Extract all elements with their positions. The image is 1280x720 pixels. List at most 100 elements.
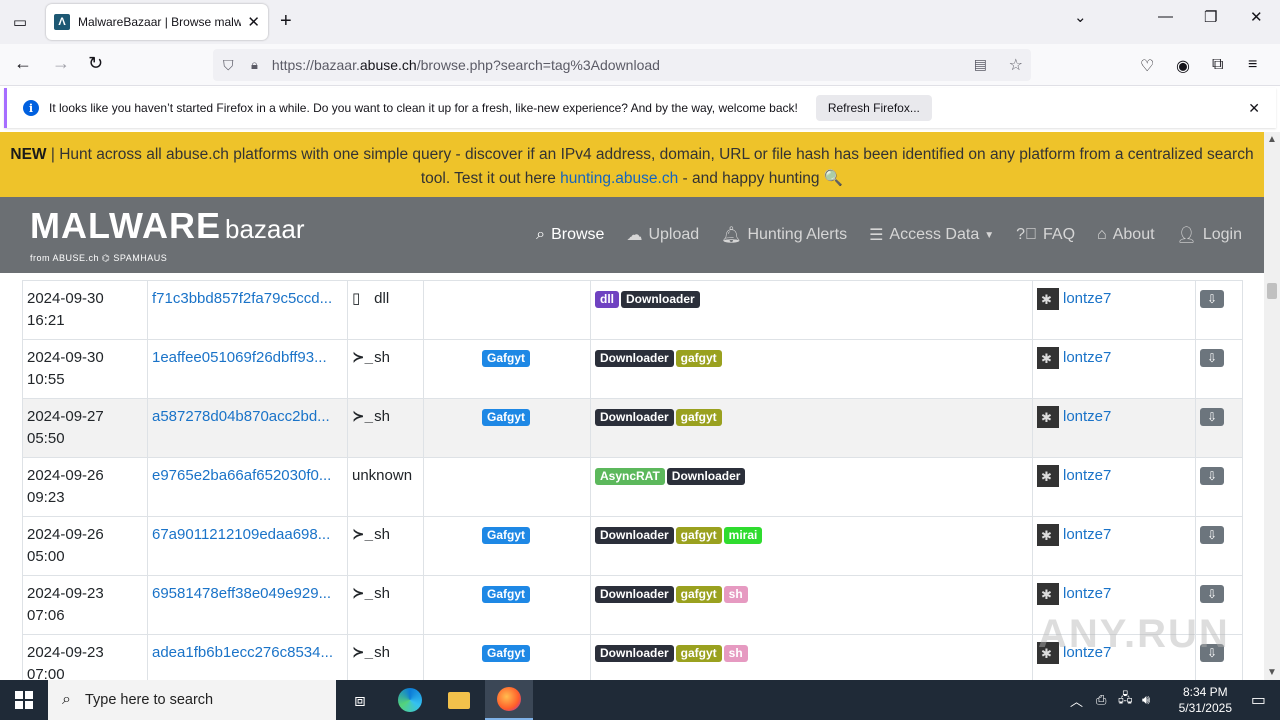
signature-cell xyxy=(423,457,591,517)
url-text[interactable]: https://bazaar.abuse.ch/browse.php?searc… xyxy=(272,57,660,73)
tag-badge[interactable]: sh xyxy=(723,645,748,662)
menu-login[interactable]: 👤︎ Login xyxy=(1177,225,1242,245)
signature-badge[interactable]: Gafgyt xyxy=(481,527,530,544)
first-seen-cell: 2024-09-26 09:23 xyxy=(22,457,148,517)
sha256-link[interactable]: f71c3bbd857f2fa79c5ccd... xyxy=(147,280,348,340)
page-scrollbar[interactable]: ▲ ▼ xyxy=(1264,132,1280,680)
cloud-download-icon[interactable]: ⇩ xyxy=(1200,526,1224,544)
cloud-download-icon[interactable]: ⇩ xyxy=(1200,349,1224,367)
forward-button[interactable]: → xyxy=(52,53,70,74)
tab-list-chevron-icon[interactable]: ⌄ xyxy=(1074,8,1087,26)
sha256-link[interactable]: 1eaffee051069f26dbff93... xyxy=(147,339,348,399)
reporter-link[interactable]: lontze7 xyxy=(1063,585,1111,602)
cloud-download-icon[interactable]: ⇩ xyxy=(1200,290,1224,308)
tray-chevron-icon[interactable]: ︿ xyxy=(1070,680,1083,720)
menu-hamburger-icon[interactable]: ≡ xyxy=(1248,56,1257,74)
signature-badge[interactable]: Gafgyt xyxy=(481,350,530,367)
first-seen-cell: 2024-09-30 10:55 xyxy=(22,339,148,399)
cloud-download-icon[interactable]: ⇩ xyxy=(1200,585,1224,603)
refresh-firefox-button[interactable]: Refresh Firefox... xyxy=(815,95,932,121)
reporter-link[interactable]: lontze7 xyxy=(1063,349,1111,366)
edge-app-button[interactable] xyxy=(386,680,434,720)
task-view-button[interactable]: ⧈ xyxy=(336,680,384,720)
menu-faq[interactable]: ?⃝ FAQ xyxy=(1016,225,1075,245)
reporter-link[interactable]: lontze7 xyxy=(1063,290,1111,307)
lock-icon[interactable]: 🔒︎ xyxy=(251,57,258,73)
browser-tab[interactable]: Λ MalwareBazaar | Browse malwa ✕ xyxy=(46,4,268,40)
notification-center-icon[interactable]: ▭ xyxy=(1251,690,1266,710)
address-bar[interactable]: ⛉ 🔒︎ https://bazaar.abuse.ch/browse.php?… xyxy=(213,49,1031,81)
bookmark-star-icon[interactable]: ☆ xyxy=(1009,55,1023,75)
tab-overview-icon[interactable]: ▭ xyxy=(8,10,32,34)
sha256-link[interactable]: 69581478eff38e049e929... xyxy=(147,575,348,635)
taskbar-clock[interactable]: 8:34 PM 5/31/2025 xyxy=(1179,684,1232,716)
signature-badge[interactable]: Gafgyt xyxy=(481,409,530,426)
hunting-link[interactable]: hunting.abuse.ch xyxy=(560,170,678,187)
signature-badge[interactable]: Gafgyt xyxy=(481,586,530,603)
tag-badge[interactable]: Downloader xyxy=(595,350,674,367)
network-icon[interactable]: 🖧︎ xyxy=(1118,680,1133,720)
cloud-download-icon[interactable]: ⇩ xyxy=(1200,467,1224,485)
page-viewport: NEW | Hunt across all abuse.ch platforms… xyxy=(0,132,1264,680)
menu-access-data[interactable]: ☰ Access Data ▼ xyxy=(869,225,994,245)
menu-upload[interactable]: ☁ Upload xyxy=(626,225,699,245)
tag-badge[interactable]: sh xyxy=(723,586,748,603)
malwarebazaar-logo[interactable]: MALWARE bazaar from ABUSE.ch ⌬ SPAMHAUS xyxy=(30,205,305,263)
terminal-icon: ≻_ xyxy=(352,408,373,425)
tag-badge[interactable]: Downloader xyxy=(595,409,674,426)
database-icon: ☰ xyxy=(869,227,884,244)
tag-badge[interactable]: Downloader xyxy=(621,291,700,308)
new-tab-button[interactable]: + xyxy=(280,10,292,33)
tag-badge[interactable]: gafgyt xyxy=(675,409,722,426)
sha256-link[interactable]: adea1fb6b1ecc276c8534... xyxy=(147,634,348,680)
first-seen-cell: 2024-09-30 16:21 xyxy=(22,280,148,340)
volume-icon[interactable]: 🔊︎ xyxy=(1142,680,1150,720)
pocket-icon[interactable]: ♡ xyxy=(1140,56,1154,76)
reporter-cell: lontze7 xyxy=(1032,339,1196,399)
close-window-button[interactable]: ✕ xyxy=(1250,8,1263,26)
tag-badge[interactable]: gafgyt xyxy=(675,586,722,603)
extensions-icon[interactable]: ⧉ xyxy=(1212,56,1223,74)
tab-close-icon[interactable]: ✕ xyxy=(247,13,260,31)
signature-badge[interactable]: Gafgyt xyxy=(481,645,530,662)
tag-badge[interactable]: AsyncRAT xyxy=(595,468,665,485)
scroll-up-icon[interactable]: ▲ xyxy=(1267,134,1277,145)
sha256-link[interactable]: 67a9011212109edaa698... xyxy=(147,516,348,576)
firefox-app-button[interactable] xyxy=(485,680,533,720)
restore-button[interactable]: ❐ xyxy=(1204,8,1217,26)
menu-about[interactable]: ⌂ About xyxy=(1097,225,1154,245)
minimize-button[interactable]: — xyxy=(1158,8,1173,25)
tag-badge[interactable]: dll xyxy=(595,291,619,308)
tag-badge[interactable]: mirai xyxy=(723,527,763,544)
reload-button[interactable]: ↻ xyxy=(88,53,103,74)
reporter-link[interactable]: lontze7 xyxy=(1063,467,1111,484)
tags-cell: Downloader gafgyt xyxy=(590,339,1033,399)
tag-badge[interactable]: gafgyt xyxy=(675,527,722,544)
tracking-shield-icon[interactable]: ⛉ xyxy=(223,57,239,74)
file-explorer-button[interactable] xyxy=(435,680,483,720)
scroll-down-icon[interactable]: ▼ xyxy=(1267,667,1277,678)
tag-badge[interactable]: Downloader xyxy=(595,527,674,544)
tags-cell: dll Downloader xyxy=(590,280,1033,340)
caret-down-icon: ▼ xyxy=(984,229,995,241)
reporter-link[interactable]: lontze7 xyxy=(1063,526,1111,543)
reader-view-icon[interactable]: ▤ xyxy=(974,56,987,73)
tag-badge[interactable]: Downloader xyxy=(595,586,674,603)
menu-hunting-alerts[interactable]: 🔔︎ Hunting Alerts xyxy=(721,225,847,245)
tag-badge[interactable]: Downloader xyxy=(666,468,746,485)
menu-browse[interactable]: ⌕ Browse xyxy=(536,225,604,245)
start-button[interactable] xyxy=(0,680,48,720)
reporter-link[interactable]: lontze7 xyxy=(1063,408,1111,425)
tag-badge[interactable]: Downloader xyxy=(595,645,674,662)
account-icon[interactable]: ◉ xyxy=(1176,56,1190,76)
taskbar-search-box[interactable]: ⌕ Type here to search xyxy=(48,680,336,720)
back-button[interactable]: ← xyxy=(14,53,32,74)
notification-close-icon[interactable]: ✕ xyxy=(1248,100,1260,117)
tag-badge[interactable]: gafgyt xyxy=(675,350,722,367)
cloud-download-icon[interactable]: ⇩ xyxy=(1200,408,1224,426)
tray-device-icon[interactable]: ⎙ xyxy=(1096,680,1106,720)
tag-badge[interactable]: gafgyt xyxy=(675,645,722,662)
scrollbar-thumb[interactable] xyxy=(1267,283,1277,299)
sha256-link[interactable]: e9765e2ba66af652030f0... xyxy=(147,457,348,517)
sha256-link[interactable]: a587278d04b870acc2bd... xyxy=(147,398,348,458)
